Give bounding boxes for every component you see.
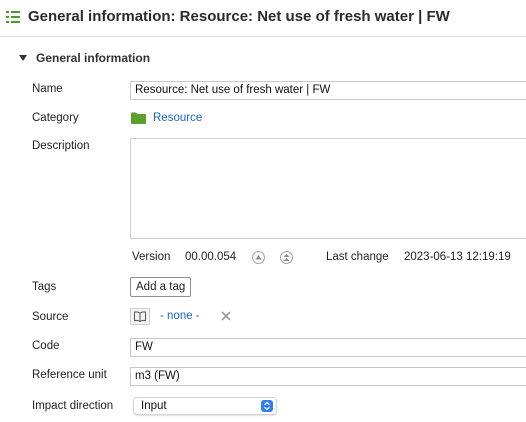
name-field[interactable]: Resource: Net use of fresh water | FW xyxy=(130,81,526,100)
description-label: Description xyxy=(32,140,90,152)
page-title: General information: Resource: Net use o… xyxy=(28,8,450,25)
source-value[interactable]: - none - xyxy=(160,310,200,322)
code-field[interactable]: FW xyxy=(130,338,526,357)
close-icon[interactable] xyxy=(220,310,232,322)
impact-direction-value: Input xyxy=(141,400,167,412)
section-title: General information xyxy=(36,51,151,65)
last-change-label: Last change xyxy=(326,251,389,263)
add-tag-button[interactable]: Add a tag xyxy=(130,277,192,297)
section-general-information-toggle[interactable]: General information xyxy=(18,50,150,66)
name-label: Name xyxy=(32,83,63,95)
chevron-up-icon xyxy=(255,255,262,260)
caret-down-icon xyxy=(19,55,27,61)
version-value: 00.00.054 xyxy=(185,251,237,263)
category-value[interactable]: Resource xyxy=(153,112,202,124)
reference-unit-label: Reference unit xyxy=(32,369,107,381)
version-major-increment-button[interactable] xyxy=(280,251,293,264)
editor-header: General information: Resource: Net use o… xyxy=(0,0,526,36)
category-link[interactable]: Resource xyxy=(131,111,202,125)
outline-list-icon xyxy=(6,11,20,23)
source-label: Source xyxy=(32,311,69,323)
header-divider xyxy=(0,36,526,37)
double-chevron-up-icon xyxy=(283,254,290,261)
folder-icon xyxy=(131,112,146,124)
impact-direction-label: Impact direction xyxy=(32,400,114,412)
general-information-editor: General information: Resource: Net use o… xyxy=(0,0,526,422)
tags-label: Tags xyxy=(32,281,57,293)
code-label: Code xyxy=(32,340,60,352)
version-increment-button[interactable] xyxy=(252,251,265,264)
category-label: Category xyxy=(32,112,79,124)
source-browse-button[interactable] xyxy=(130,308,150,325)
impact-direction-select[interactable]: Input xyxy=(133,397,277,415)
reference-unit-field[interactable]: m3 (FW) xyxy=(130,367,526,386)
select-stepper-icon xyxy=(261,400,273,412)
description-textarea[interactable] xyxy=(130,138,526,239)
last-change-value: 2023-06-13 12:19:19 xyxy=(404,251,511,263)
version-label: Version xyxy=(132,251,171,263)
open-book-icon xyxy=(134,311,146,322)
